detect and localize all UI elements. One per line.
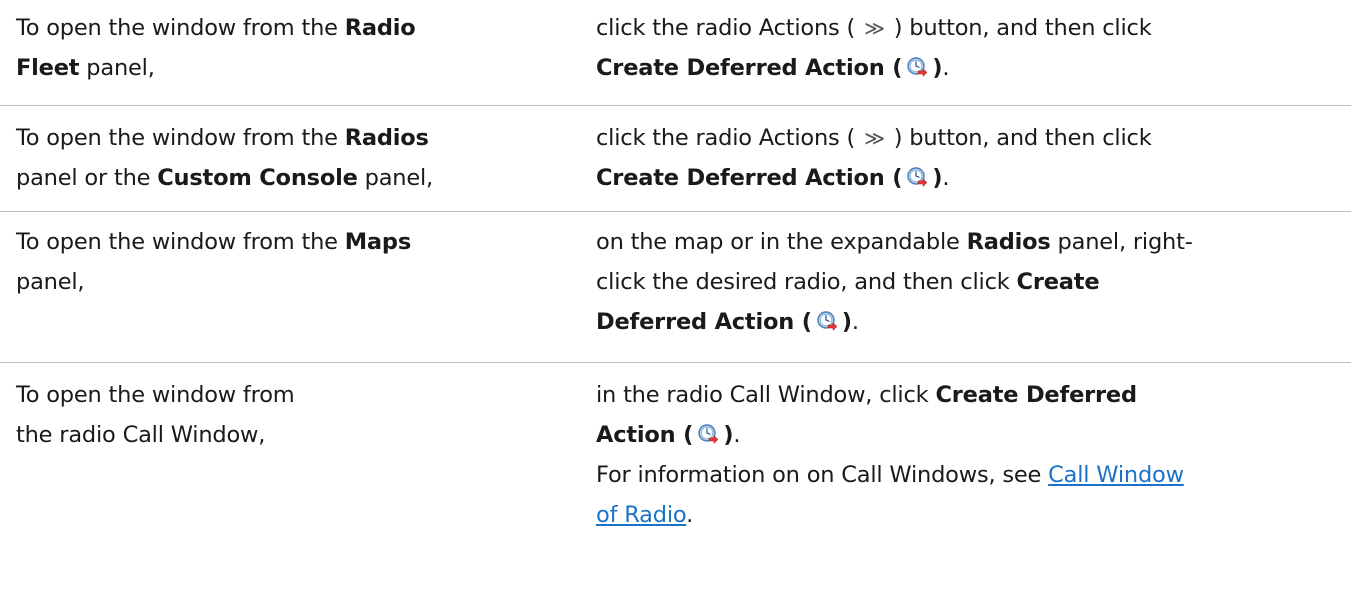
actions-chevron-icon: ≫	[864, 16, 885, 40]
text-line: on the map or in the expandable Radios p…	[596, 222, 1339, 262]
text-line: click the radio Actions ( ≫ ) button, an…	[596, 8, 1339, 48]
text-line: To open the window from the Radio	[16, 8, 544, 48]
text: .	[686, 502, 694, 528]
text: To open the window from the	[16, 125, 345, 151]
text: panel,	[79, 55, 155, 81]
text: For information on on Call Windows, see	[596, 462, 1049, 488]
command-name: Create Deferred Action (	[596, 55, 903, 81]
panel-name: Radios	[966, 229, 1051, 255]
text: panel,	[16, 269, 85, 295]
deferred-action-icon	[906, 166, 928, 188]
text: click the radio Actions (	[596, 15, 856, 41]
condition-cell: To open the window from the Maps panel,	[0, 222, 560, 362]
text-line: Fleet panel,	[16, 48, 544, 88]
condition-cell: To open the window from the Radios panel…	[0, 118, 560, 211]
table-row: To open the window from the Radio Fleet …	[0, 0, 1351, 106]
text: )	[932, 55, 943, 81]
text: To open the window from the	[16, 229, 345, 255]
text: .	[733, 422, 741, 448]
table-row: To open the window from the Maps panel, …	[0, 212, 1351, 363]
text-line: Create Deferred Action ().	[596, 48, 1339, 88]
text-line: Action ().	[596, 415, 1339, 455]
text: on the map or in the expandable	[596, 229, 967, 255]
action-cell: in the radio Call Window, click Create D…	[560, 375, 1351, 535]
condition-cell: To open the window from the radio Call W…	[0, 375, 560, 535]
text: panel,	[357, 165, 434, 191]
command-name: Create	[1016, 269, 1100, 295]
text: To open the window from the	[16, 15, 345, 41]
action-cell: on the map or in the expandable Radios p…	[560, 222, 1351, 362]
text-line: click the desired radio, and then click …	[596, 262, 1339, 302]
text-line: Create Deferred Action ().	[596, 158, 1339, 198]
text-line: For information on on Call Windows, see …	[596, 455, 1339, 495]
condition-cell: To open the window from the Radio Fleet …	[0, 8, 560, 105]
action-cell: click the radio Actions ( ≫ ) button, an…	[560, 8, 1351, 105]
command-name: Action (	[596, 422, 694, 448]
actions-chevron-icon: ≫	[864, 126, 885, 150]
text: )	[723, 422, 734, 448]
text: click the radio Actions (	[596, 125, 856, 151]
instructions-table: To open the window from the Radio Fleet …	[0, 0, 1359, 535]
text: )	[841, 309, 852, 335]
text: .	[942, 55, 950, 81]
panel-name: Fleet	[16, 55, 80, 81]
call-window-link[interactable]: of Radio	[596, 502, 686, 528]
text: panel, right-	[1050, 229, 1193, 255]
command-name: Create Deferred	[935, 382, 1137, 408]
deferred-action-icon	[697, 423, 719, 445]
text: )	[932, 165, 943, 191]
panel-name: Custom Console	[157, 165, 358, 191]
text-line: Deferred Action ().	[596, 302, 1339, 342]
text-line: To open the window from	[16, 382, 295, 408]
text: in the radio Call Window, click	[596, 382, 936, 408]
deferred-action-icon	[816, 310, 838, 332]
text-line: in the radio Call Window, click Create D…	[596, 375, 1339, 415]
call-window-link[interactable]: Call Window	[1048, 462, 1184, 488]
text-line: click the radio Actions ( ≫ ) button, an…	[596, 118, 1339, 158]
panel-name: Radios	[344, 125, 429, 151]
text-line: panel or the Custom Console panel,	[16, 158, 544, 198]
text: panel or the	[16, 165, 158, 191]
command-name: Create Deferred Action (	[596, 165, 903, 191]
deferred-action-icon	[906, 56, 928, 78]
text-line: To open the window from the Maps	[16, 222, 544, 262]
table-row: To open the window from the Radios panel…	[0, 106, 1351, 212]
text-line: panel,	[16, 262, 544, 302]
text: ) button, and then click	[893, 125, 1152, 151]
text-line: of Radio.	[596, 495, 1339, 535]
command-name: Deferred Action (	[596, 309, 812, 335]
text: .	[851, 309, 859, 335]
text: click the desired radio, and then click	[596, 269, 1017, 295]
text: .	[942, 165, 950, 191]
text-line: the radio Call Window,	[16, 422, 266, 448]
text: ) button, and then click	[893, 15, 1152, 41]
panel-name: Maps	[344, 229, 412, 255]
text-line: To open the window from the Radios	[16, 118, 544, 158]
panel-name: Radio	[344, 15, 416, 41]
action-cell: click the radio Actions ( ≫ ) button, an…	[560, 118, 1351, 211]
table-row: To open the window from the radio Call W…	[0, 363, 1351, 535]
